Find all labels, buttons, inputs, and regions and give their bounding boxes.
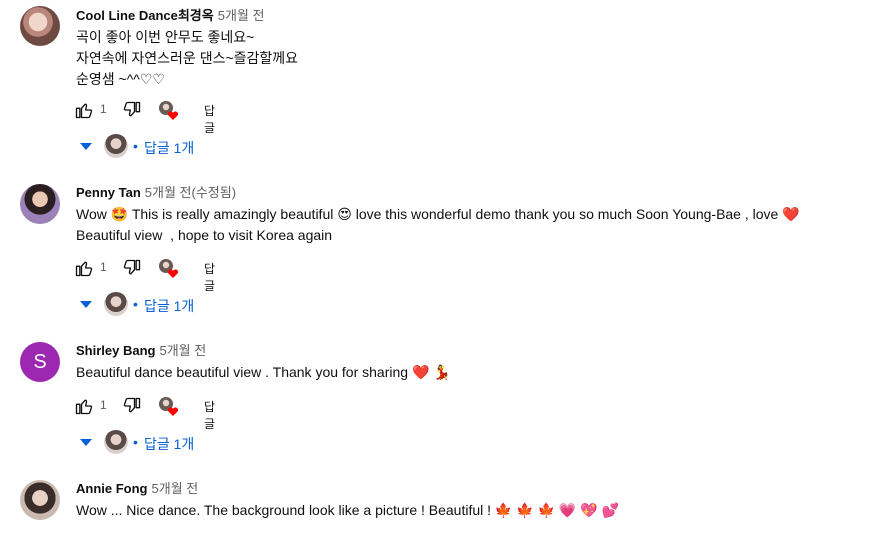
thumb-up-icon[interactable] <box>74 396 94 416</box>
author-name[interactable]: Cool Line Dance최경옥 <box>76 8 214 23</box>
avatar[interactable] <box>20 184 60 224</box>
timestamp[interactable]: 5개월 전 <box>159 343 206 358</box>
expand-caret-icon <box>80 143 92 150</box>
comment-header: Penny Tan 5개월 전(수정됨) <box>76 185 236 201</box>
timestamp[interactable]: 5개월 전 <box>218 8 265 23</box>
thumb-down-icon[interactable] <box>122 396 142 416</box>
replies-count: 답글 1개 <box>144 298 195 314</box>
comment-line: 자연속에 자연스러운 댄스~즐감할께요 <box>76 50 299 66</box>
author-name[interactable]: Penny Tan <box>76 185 141 200</box>
comment-header: Shirley Bang 5개월 전 <box>76 343 206 359</box>
thumb-down-icon[interactable] <box>122 258 142 278</box>
creator-heart-icon <box>158 100 180 122</box>
replier-avatar <box>104 430 128 454</box>
comment-header: Annie Fong 5개월 전 <box>76 481 198 497</box>
replier-avatar <box>104 134 128 158</box>
creator-heart-icon <box>158 258 180 280</box>
reply-button[interactable]: 답글 <box>204 398 215 432</box>
thumb-up-icon[interactable] <box>74 100 94 120</box>
avatar[interactable]: S <box>20 342 60 382</box>
thumb-down-icon[interactable] <box>122 100 142 120</box>
comment-text: Wow ... Nice dance. The background look … <box>76 500 619 521</box>
comment-text: 곡이 좋아 이번 안무도 좋네요~ 자연속에 자연스러운 댄스~즐감할께요순영샘 … <box>76 27 298 90</box>
avatar[interactable] <box>20 480 60 520</box>
comment-line: 곡이 좋아 이번 안무도 좋네요~ <box>76 29 255 45</box>
expand-caret-icon <box>80 439 92 446</box>
comment-text: Beautiful dance beautiful view . Thank y… <box>76 362 451 383</box>
author-name[interactable]: Annie Fong <box>76 481 148 496</box>
reply-button[interactable]: 답글 <box>204 102 215 136</box>
timestamp[interactable]: 5개월 전 <box>152 481 199 496</box>
replier-avatar <box>104 292 128 316</box>
separator-dot: • <box>133 138 138 154</box>
expand-caret-icon <box>80 301 92 308</box>
comment-line: 순영샘 ~^^♡♡ <box>76 71 165 87</box>
comment-header: Cool Line Dance최경옥 5개월 전 <box>76 8 264 24</box>
creator-heart-icon <box>158 396 180 418</box>
comment-line: Beautiful view , hope to visit Korea aga… <box>76 227 333 243</box>
replies-count: 답글 1개 <box>144 140 195 156</box>
avatar[interactable] <box>20 6 60 46</box>
author-name[interactable]: Shirley Bang <box>76 343 155 358</box>
like-count: 1 <box>100 260 107 274</box>
separator-dot: • <box>133 434 138 450</box>
like-count: 1 <box>100 102 107 116</box>
comment-text: Wow 🤩 This is really amazingly beautiful… <box>76 204 800 246</box>
separator-dot: • <box>133 296 138 312</box>
comment-line: Wow ... Nice dance. The background look … <box>76 502 619 518</box>
thumb-up-icon[interactable] <box>74 258 94 278</box>
reply-button[interactable]: 답글 <box>204 260 215 294</box>
like-count: 1 <box>100 398 107 412</box>
timestamp[interactable]: 5개월 전(수정됨) <box>145 185 236 200</box>
replies-count: 답글 1개 <box>144 436 195 452</box>
comment-line: Wow 🤩 This is really amazingly beautiful… <box>76 206 800 222</box>
comment-line: Beautiful dance beautiful view . Thank y… <box>76 364 451 380</box>
